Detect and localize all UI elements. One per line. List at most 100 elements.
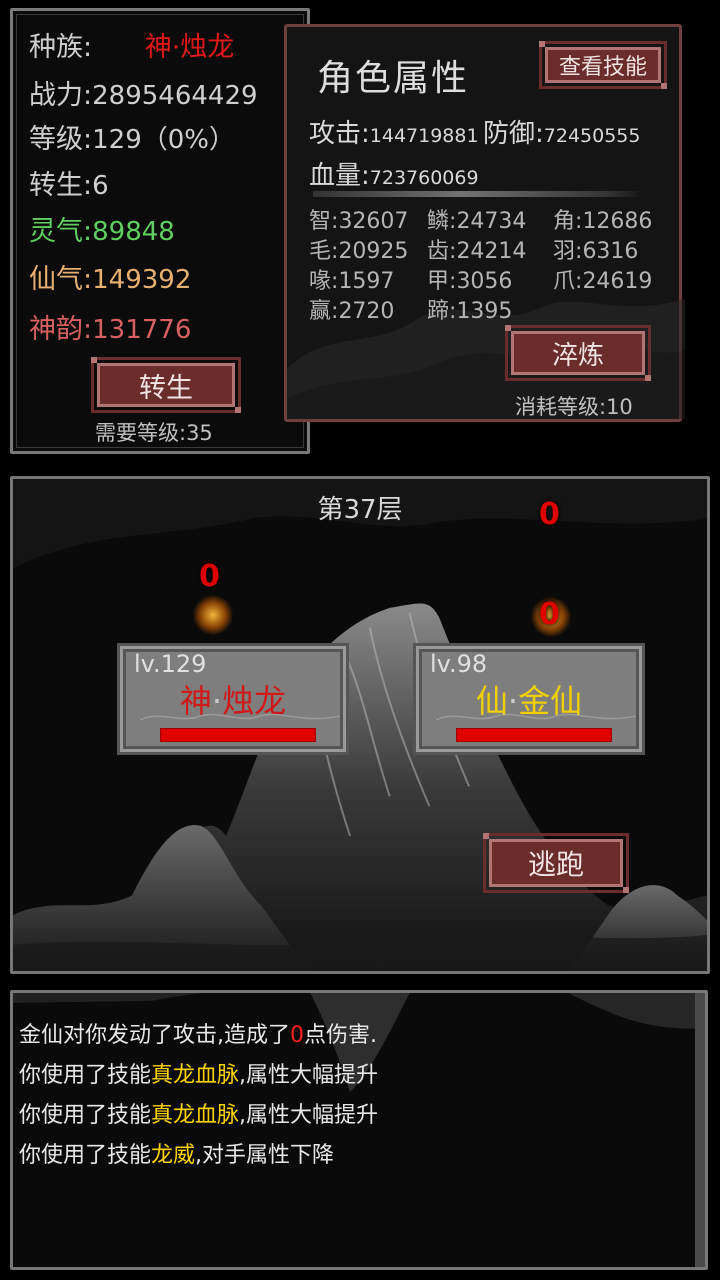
log-highlight: 真龙血脉	[151, 1063, 240, 1088]
log-highlight: 龙威	[151, 1143, 196, 1168]
rebirth-requirement: 需要等级:35	[95, 421, 213, 445]
attribute-cell: 智:32607	[309, 203, 408, 235]
attribute-cell-label: 喙	[309, 269, 332, 294]
level-label: 等级:	[29, 124, 93, 155]
rebirth-button-label: 转生	[139, 372, 193, 404]
log-text: 你使用了技能	[19, 1103, 152, 1128]
attribute-cell: 角:12686	[553, 203, 652, 235]
attributes-title: 角色属性	[317, 58, 470, 99]
attribute-cell-label: 爪	[553, 269, 576, 294]
log-text: 你使用了技能	[19, 1143, 152, 1168]
character-stats-panel: 种族: 神·烛龙 战力:2895464429 等级:129（0%） 转生:6 灵…	[10, 8, 310, 454]
hp-label: 血量:	[309, 161, 370, 191]
attribute-cell-value: 12686	[582, 209, 653, 234]
battle-panel: 第37层 0 0 0 lv.129 神·烛龙 lv.98 仙·金仙 逃跑	[10, 476, 710, 974]
flee-button[interactable]: 逃跑	[483, 833, 629, 893]
attack-value: 144719881	[369, 125, 479, 147]
enemy-damage-number: 0	[539, 597, 560, 632]
lingqi-value: 89848	[92, 217, 175, 247]
log-text: ,属性大幅提升	[239, 1063, 379, 1088]
view-skills-label: 查看技能	[558, 55, 647, 80]
rebirth-value: 6	[92, 171, 109, 201]
enemy-level: lv.98	[430, 650, 488, 678]
battle-log: 金仙对你发动了攻击,造成了0点伤害. 你使用了技能真龙血脉,属性大幅提升 你使用了技…	[10, 990, 708, 1270]
log-text: 你使用了技能	[19, 1063, 152, 1088]
log-line: 你使用了技能真龙血脉,属性大幅提升	[19, 1097, 378, 1129]
cloud-ornament-icon	[140, 713, 340, 721]
player-damage-number: 0	[199, 559, 220, 594]
shenyun-value: 131776	[92, 315, 192, 345]
attribute-cell-value: 6316	[582, 239, 639, 264]
rebirth-label: 转生:	[29, 170, 93, 201]
shenyun-label: 神韵:	[29, 314, 93, 345]
attack-stat: 攻击:144719881	[309, 113, 479, 150]
floor-title: 第37层	[317, 495, 403, 525]
view-skills-button[interactable]: 查看技能	[539, 41, 667, 89]
race-value: 神·烛龙	[144, 32, 235, 63]
hp-value: 723760069	[369, 167, 479, 189]
xianqi-value: 149392	[92, 265, 192, 295]
log-line: 金仙对你发动了攻击,造成了0点伤害.	[19, 1017, 377, 1049]
attribute-cell: 毛:20925	[309, 233, 408, 265]
hit-spark-icon	[193, 595, 233, 635]
xianqi-row: 仙气:149392	[29, 264, 192, 296]
attribute-cell-label: 智	[309, 209, 332, 234]
flee-button-label: 逃跑	[527, 848, 584, 881]
lingqi-row: 灵气:89848	[29, 216, 175, 248]
attribute-cell-value: 24734	[456, 209, 527, 234]
level-value: 129（0%）	[92, 125, 235, 155]
defense-label: 防御:	[483, 119, 544, 149]
attribute-cell-value: 2720	[338, 299, 395, 324]
attributes-panel: 角色属性 查看技能 攻击:144719881 防御:72450555 血量:72…	[284, 24, 685, 422]
attribute-cell-label: 羽	[553, 239, 576, 264]
attribute-cell-value: 32607	[338, 209, 409, 234]
attribute-cell-label: 赢	[309, 299, 332, 324]
player-hp-bar	[160, 728, 316, 742]
power-label: 战力:	[29, 80, 93, 111]
attributes-divider	[313, 191, 643, 197]
attribute-cell-value: 20925	[338, 239, 409, 264]
attribute-cell-value: 1395	[456, 299, 513, 324]
attribute-cell-label: 角	[553, 209, 576, 234]
player-level: lv.129	[134, 650, 207, 678]
attribute-cell-label: 甲	[427, 269, 450, 294]
attribute-cell: 赢:2720	[309, 293, 394, 325]
lingqi-label: 灵气:	[29, 216, 93, 247]
hp-stat: 血量:723760069	[309, 155, 479, 192]
player-card[interactable]: lv.129 神·烛龙	[117, 643, 349, 755]
attribute-cell-label: 毛	[309, 239, 332, 264]
race-label: 种族:	[29, 32, 93, 63]
log-highlight: 真龙血脉	[151, 1103, 240, 1128]
rebirth-button[interactable]: 转生	[91, 357, 241, 413]
attribute-cell-label: 蹄	[427, 299, 450, 324]
race-row: 种族: 神·烛龙	[29, 33, 234, 63]
refine-cost: 消耗等级:10	[515, 395, 633, 419]
log-scrollbar[interactable]	[695, 993, 705, 1267]
enemy-card[interactable]: lv.98 仙·金仙	[413, 643, 645, 755]
log-highlight: 0	[290, 1023, 304, 1048]
enemy-damage-number-top: 0	[539, 497, 560, 532]
shenyun-row: 神韵:131776	[29, 314, 192, 346]
enemy-hp-bar	[456, 728, 612, 742]
attribute-cell-value: 3056	[456, 269, 513, 294]
attribute-cell: 鳞:24734	[427, 203, 526, 235]
attribute-cell: 齿:24214	[427, 233, 526, 265]
cloud-ornament-icon	[436, 713, 636, 721]
attribute-cell: 蹄:1395	[427, 293, 512, 325]
log-text: ,属性大幅提升	[239, 1103, 379, 1128]
defense-stat: 防御:72450555	[483, 113, 640, 150]
attribute-cell-value: 24214	[456, 239, 527, 264]
log-text: 金仙对你发动了攻击,造成了	[19, 1023, 290, 1048]
log-line: 你使用了技能龙威,对手属性下降	[19, 1137, 334, 1169]
power-value: 2895464429	[92, 81, 258, 111]
rebirth-row: 转生:6	[29, 170, 109, 202]
log-text: 点伤害.	[304, 1023, 377, 1048]
level-row: 等级:129（0%）	[29, 124, 235, 156]
attribute-cell: 甲:3056	[427, 263, 512, 295]
xianqi-label: 仙气:	[29, 264, 93, 295]
attribute-cell: 喙:1597	[309, 263, 394, 295]
attack-label: 攻击:	[309, 119, 370, 149]
log-text: ,对手属性下降	[195, 1143, 335, 1168]
attribute-cell-label: 鳞	[427, 209, 450, 234]
refine-button[interactable]: 淬炼	[505, 325, 651, 381]
